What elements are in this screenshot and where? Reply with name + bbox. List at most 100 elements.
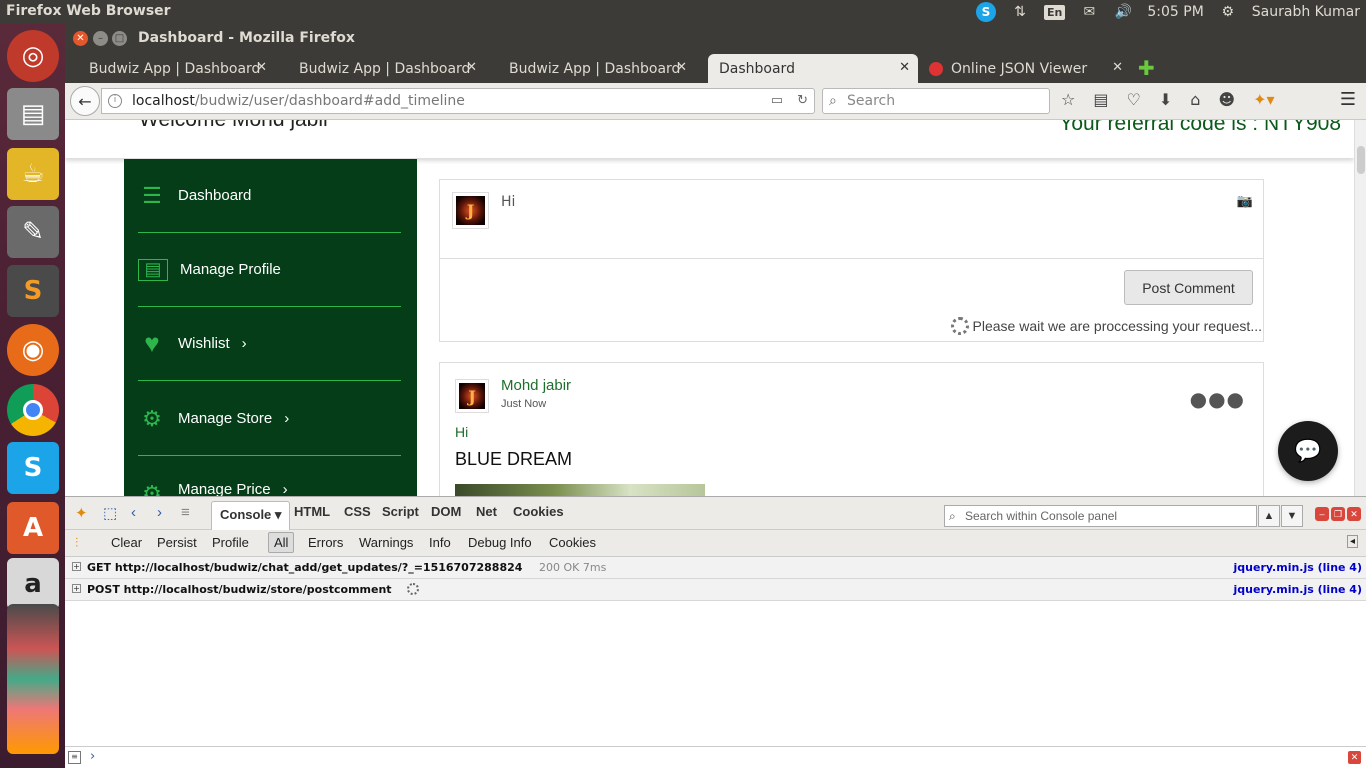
expand-icon[interactable]: + [72,584,81,593]
more-options-icon[interactable]: ●●● [1190,387,1245,411]
console-search-input[interactable]: ⌕ Search within Console panel [944,505,1257,527]
collapse-side-panel-icon[interactable]: ◂ [1347,535,1359,548]
filter-errors[interactable]: Errors [308,535,343,550]
volume-icon[interactable]: 🔊 [1113,2,1133,22]
list-toggle-icon[interactable]: ≡ [181,504,190,521]
chat-bubble-button[interactable]: 💬 [1278,421,1338,481]
tab-budwiz-2[interactable]: Budwiz App | Dashboard ✕ [275,54,485,83]
firebug-detach-button[interactable]: ❐ [1331,507,1345,521]
files-icon[interactable]: ▤ [7,88,59,140]
inspect-icon[interactable]: ⬚ [103,504,117,522]
bookmark-star-icon[interactable]: ☆ [1061,90,1075,109]
firebug-minimize-button[interactable]: – [1315,507,1329,521]
tab-budwiz-3[interactable]: Budwiz App | Dashboard ✕ [485,54,695,83]
download-icon[interactable]: ⬇ [1159,90,1172,109]
reload-icon[interactable]: ↻ [797,89,808,113]
site-info-icon[interactable]: i [108,94,122,108]
source-link[interactable]: jquery.min.js (line 4) [1234,561,1362,574]
url-bar[interactable]: i localhost/budwiz/user/dashboard#add_ti… [101,88,815,114]
reader-view-icon[interactable]: ▭ [771,89,783,113]
skype-tray-icon[interactable]: S [976,2,996,22]
console-log-row[interactable]: + GET http://localhost/budwiz/chat_add/g… [65,557,1366,579]
filter-persist[interactable]: Persist [157,535,197,550]
clear-command-icon[interactable]: ✕ [1348,751,1361,764]
search-next-button[interactable]: ▼ [1281,505,1303,527]
console-options-icon[interactable]: ⫶ [75,535,78,551]
back-button[interactable]: ← [70,86,100,116]
chrome-icon[interactable] [7,384,59,436]
tab-dashboard[interactable]: Dashboard ✕ [708,54,918,83]
firebug-tab-css[interactable]: CSS [344,504,371,519]
filter-all[interactable]: All [268,532,295,553]
hamburger-menu-icon[interactable]: ☰ [1340,89,1356,110]
search-input[interactable]: ⌕ Search [822,88,1050,114]
software-center-icon[interactable]: A [7,502,59,554]
back-icon[interactable]: ‹ [131,504,136,521]
ubuntu-logo-icon[interactable]: ◎ [7,30,59,82]
expand-icon[interactable]: + [72,562,81,571]
mail-icon[interactable]: ✉ [1079,2,1099,22]
firebug-tab-console[interactable]: Console ▾ [211,501,291,530]
skype-icon[interactable]: S [7,442,59,494]
filter-clear[interactable]: Clear [111,535,142,550]
stacked-apps-icon[interactable] [7,604,59,754]
scrollbar-thumb[interactable] [1357,146,1365,174]
tab-close-icon[interactable]: ✕ [256,60,267,75]
keyboard-layout-indicator[interactable]: En [1044,4,1066,20]
search-previous-button[interactable]: ▲ [1258,505,1280,527]
sidebar-item-manage-store[interactable]: ⚙ Manage Store › [138,382,401,456]
firebug-tab-script[interactable]: Script [382,504,419,519]
clock[interactable]: 5:05 PM [1147,4,1203,20]
tab-close-icon[interactable]: ✕ [676,60,687,75]
firebug-tab-net[interactable]: Net [476,504,497,519]
forward-icon[interactable]: › [157,504,162,521]
sublime-text-icon[interactable]: S [7,265,59,317]
firebug-icon[interactable]: ✦▾ [1253,90,1274,109]
console-command-line[interactable]: ≡ › ✕ [65,746,1366,768]
sidebar-item-wishlist[interactable]: ♥ Wishlist › [138,307,401,381]
post-comment-button[interactable]: Post Comment [1124,270,1253,305]
firebug-close-button[interactable]: ✕ [1347,507,1361,521]
pocket-icon[interactable]: ♡ [1126,90,1140,109]
post-image[interactable] [455,484,705,496]
command-editor-toggle-icon[interactable]: ≡ [68,751,81,764]
sidebar-item-manage-profile[interactable]: ▤ Manage Profile [138,233,401,307]
user-name[interactable]: Saurabh Kumar [1252,4,1360,20]
camera-icon[interactable]: 📷 [1237,194,1253,209]
console-log-row[interactable]: + POST http://localhost/budwiz/store/pos… [65,579,1366,601]
firebug-tab-cookies[interactable]: Cookies [513,504,564,519]
firebug-tab-dom[interactable]: DOM [431,504,461,519]
request-method-url[interactable]: GET http://localhost/budwiz/chat_add/get… [87,561,522,574]
minimize-window-button[interactable]: – [93,31,108,46]
sidebar-item-dashboard[interactable]: ☰ Dashboard [138,159,401,233]
post-author[interactable]: Mohd jabir [501,377,571,394]
filter-profile[interactable]: Profile [212,535,249,550]
filter-cookies[interactable]: Cookies [549,535,596,550]
sidebar-item-manage-price[interactable]: ⚙ Manage Price › [138,457,401,496]
source-link[interactable]: jquery.min.js (line 4) [1234,583,1362,596]
tab-close-icon[interactable]: ✕ [466,60,477,75]
amazon-icon[interactable]: a [7,558,59,610]
gear-icon[interactable]: ⚙ [1218,2,1238,22]
tab-json-viewer[interactable]: Online JSON Viewer ✕ [921,54,1131,83]
bookmarks-list-icon[interactable]: ▤ [1093,90,1108,109]
comment-input[interactable]: Hi [501,194,515,210]
teapot-icon[interactable]: ☕ [7,148,59,200]
page-scrollbar[interactable] [1354,120,1366,496]
maximize-window-button[interactable]: □ [112,31,127,46]
filter-debug-info[interactable]: Debug Info [468,535,532,550]
home-icon[interactable]: ⌂ [1190,90,1200,109]
close-window-button[interactable]: ✕ [73,31,88,46]
chat-icon[interactable]: ☻ [1218,90,1235,109]
filter-info[interactable]: Info [429,535,451,550]
network-icon[interactable]: ⇅ [1010,2,1030,22]
firebug-bug-icon[interactable]: ✦ [75,504,88,522]
request-method-url[interactable]: POST http://localhost/budwiz/store/postc… [87,583,392,596]
tab-close-icon[interactable]: ✕ [1112,60,1123,75]
tab-close-icon[interactable]: ✕ [899,60,910,75]
tab-budwiz-1[interactable]: Budwiz App | Dashboard ✕ [65,54,275,83]
filter-warnings[interactable]: Warnings [359,535,413,550]
firebug-tab-html[interactable]: HTML [294,504,330,519]
firefox-icon[interactable]: ◉ [7,324,59,376]
text-editor-icon[interactable]: ✎ [7,206,59,258]
